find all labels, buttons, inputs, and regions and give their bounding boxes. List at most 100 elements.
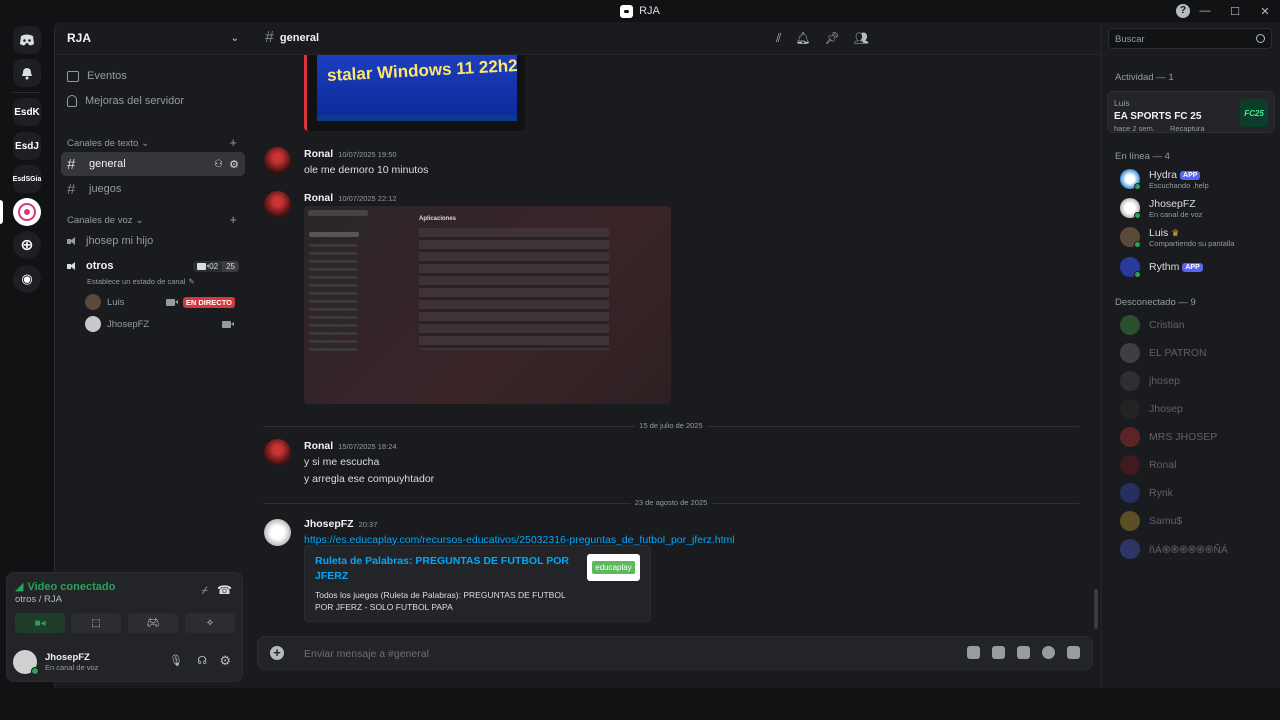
message-composer[interactable]: + Enviar mensaje a #general [257,636,1093,670]
voice-status: Video conectado [27,580,116,593]
search-placeholder: Buscar [1115,34,1145,45]
voice-channel-jhosep-mi-hijo[interactable]: jhosep mi hijo [61,229,245,253]
member-offline[interactable]: Cristian [1120,313,1278,337]
threads-icon[interactable]: ⫽ [776,31,781,46]
game-badge: FC25 [1240,99,1268,127]
member-name: EL PATRON [1149,347,1207,359]
message-author[interactable]: JhosepFZ [304,518,354,530]
member-hydra[interactable]: Hydra APP Escuchando .help [1120,167,1278,191]
soundboard-button[interactable]: ✧ [185,613,235,633]
activity-time: hace 2 sem. [1114,124,1155,133]
avatar [1120,427,1140,447]
add-server-icon[interactable]: ⊕ [13,231,41,259]
user-status: En canal de voz [45,663,99,672]
avatar[interactable] [264,439,291,466]
message-image-windows[interactable]: stalar Windows 11 22h2 [304,55,525,131]
channel-user-count: 02 25 [193,260,239,272]
member-rythm[interactable]: Rythm APP [1120,255,1278,279]
minimize-button[interactable]: — [1190,5,1220,17]
boosts-label: Mejoras del servidor [85,95,185,107]
search-input[interactable]: Buscar [1108,28,1272,49]
activities-button[interactable]: 🎮︎ [128,613,178,633]
invite-icon[interactable]: ⚇ [214,159,223,170]
avatar[interactable] [264,191,291,218]
channel-juegos[interactable]: # juegos [61,177,245,201]
help-icon[interactable]: ? [1176,4,1190,18]
embed-thumbnail[interactable]: educaplay [587,554,640,581]
headphones-icon[interactable]: ☊ [197,654,207,667]
member-luis[interactable]: Luis ♛ Compartiendo su pantalla [1120,225,1278,249]
message-input[interactable]: Enviar mensaje a #general [304,648,429,660]
message-author[interactable]: Ronal [304,440,333,452]
avatar[interactable] [264,147,291,174]
guild-rja[interactable] [13,198,41,226]
member-offline[interactable]: Samu$ [1120,509,1278,533]
voice-location[interactable]: otros / RJA [15,594,62,605]
chevron-down-icon: ⌄ [141,138,150,149]
chevron-down-icon: ⌄ [230,32,239,44]
message-author[interactable]: Ronal [304,148,333,160]
noise-suppression-icon[interactable]: ⌿ [201,585,208,598]
message-image-settings[interactable]: Aplicaciones [304,206,671,404]
member-offline[interactable]: ñÁ֍֍֍֍֍֍ÑÁ [1120,537,1278,561]
apps-icon[interactable] [1067,646,1080,659]
app-badge: APP [1180,170,1201,180]
emoji-icon[interactable] [1042,646,1055,659]
member-offline[interactable]: jhosep [1120,369,1278,393]
gift-icon[interactable] [967,646,980,659]
add-voice-channel-icon[interactable]: + [229,212,237,227]
date-divider: 23 de agosto de 2025 [263,498,1079,507]
member-offline[interactable]: Jhosep [1120,397,1278,421]
microphone-icon[interactable]: 🎙︎ [169,654,183,667]
avatar[interactable] [264,519,291,546]
member-name: Rythm [1149,261,1180,273]
pin-icon[interactable]: 📌︎ [825,31,840,46]
bell-icon[interactable]: 🔔︎ [795,31,810,46]
home-discord-icon[interactable] [13,26,41,54]
camera-toggle-button[interactable]: ■◂ [15,613,65,633]
share-screen-button[interactable]: ⬚ [71,613,121,633]
add-text-channel-icon[interactable]: + [229,135,237,150]
explore-icon[interactable]: ◉ [13,265,41,293]
message-author[interactable]: Ronal [304,192,333,204]
link-embed: Ruleta de Palabras: PREGUNTAS DE FUTBOL … [304,545,651,622]
recapture-label[interactable]: Recaptura [1170,124,1205,133]
member-jhosepfz[interactable]: JhosepFZ En canal de voz [1120,196,1278,220]
activity-card[interactable]: Luis EA SPORTS FC 25 hace 2 sem. Recaptu… [1107,91,1275,133]
voice-channels-category[interactable]: Canales de voz ⌄ [67,215,143,226]
close-button[interactable]: ✕ [1250,5,1280,18]
member-offline[interactable]: MRS JHOSEP [1120,425,1278,449]
speaker-icon [67,261,78,272]
voice-user-jhosepfz[interactable]: JhosepFZ [85,316,235,332]
member-offline[interactable]: Ronal [1120,453,1278,477]
server-header[interactable]: RJA ⌄ [55,22,251,55]
notifications-icon[interactable] [13,59,41,87]
guild-esdk[interactable]: EsdK [13,98,41,126]
embed-title[interactable]: Ruleta de Palabras: PREGUNTAS DE FUTBOL … [315,554,570,584]
gif-icon[interactable] [992,646,1005,659]
sticker-icon[interactable] [1017,646,1030,659]
signal-icon: ◢ [15,581,24,593]
voice-user-luis[interactable]: Luis EN DIRECTO [85,294,235,310]
server-boosts-item[interactable]: Mejoras del servidor [67,95,184,107]
text-channels-category[interactable]: Canales de texto ⌄ [67,138,149,149]
member-offline[interactable]: Rynk [1120,481,1278,505]
gear-icon[interactable]: ⚙ [229,158,239,171]
guild-esdsgia[interactable]: EsdSGia [13,165,41,193]
disconnect-icon[interactable]: ☎ [217,583,232,597]
guild-esdj[interactable]: EsdJ [13,132,41,160]
add-attachment-icon[interactable]: + [270,646,284,660]
set-channel-status[interactable]: Establece un estado de canal ✎ [87,277,195,286]
settings-gear-icon[interactable]: ⚙ [219,653,231,669]
chat-area: # general ⫽ 🔔︎ 📌︎ 👥︎ stalar Windows 11 2… [251,22,1101,688]
voice-user-name: Luis [107,296,125,308]
voice-channel-otros[interactable]: otros 02 25 [61,254,245,278]
member-name: MRS JHOSEP [1149,431,1218,443]
channel-general[interactable]: # general ⚇ ⚙ [61,152,245,176]
events-item[interactable]: Eventos [67,70,127,82]
member-offline[interactable]: EL PATRON [1120,341,1278,365]
maximize-button[interactable]: ☐ [1220,5,1250,18]
member-list-icon[interactable]: 👥︎ [854,31,869,46]
channel-header: # general [251,22,1101,55]
scrollbar[interactable] [1094,589,1098,629]
